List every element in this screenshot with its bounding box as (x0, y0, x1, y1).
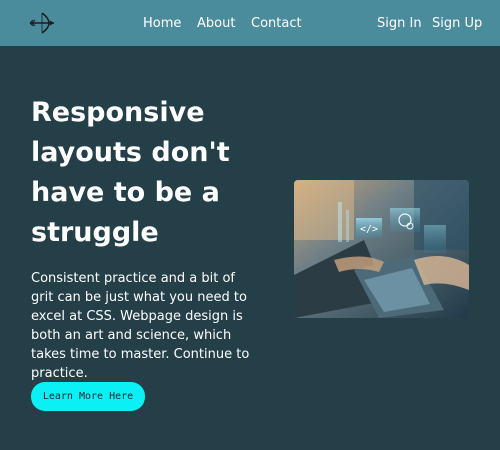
learn-more-button[interactable]: Learn More Here (31, 382, 145, 411)
laptop-coding-illustration: </> (294, 180, 469, 318)
hero-description: Consistent practice and a bit of grit ca… (31, 271, 250, 381)
nav-links: Home About Contact Sign In Sign Up (0, 16, 500, 34)
laptop-coding-photo: </> (294, 180, 469, 318)
hero-title: Responsive layouts don't have to be a st… (31, 97, 230, 248)
nav-link-contact[interactable]: Contact (251, 16, 302, 32)
sign-up-link[interactable]: Sign Up (432, 16, 482, 32)
svg-text:</>: </> (360, 224, 378, 235)
nav-link-home[interactable]: Home (143, 16, 181, 32)
navbar: Home About Contact Sign In Sign Up (0, 0, 500, 46)
nav-link-about[interactable]: About (197, 16, 235, 32)
sign-in-link[interactable]: Sign In (377, 16, 422, 32)
